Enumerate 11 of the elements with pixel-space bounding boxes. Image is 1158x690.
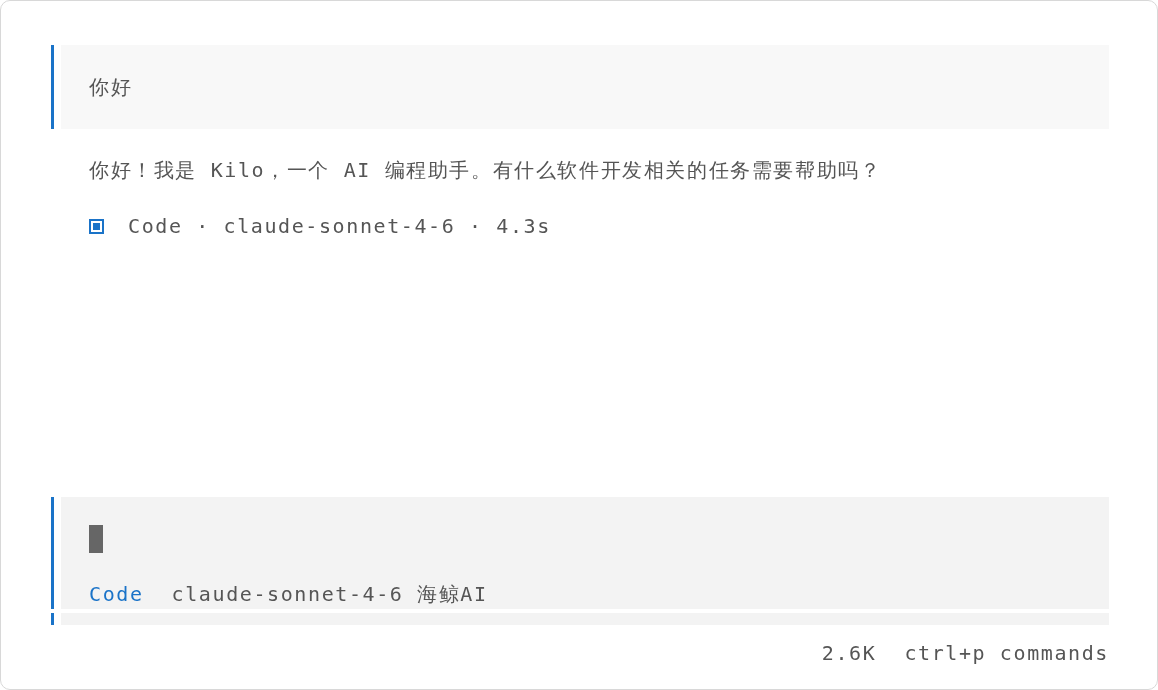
reply-meta: Code · claude-sonnet-4-6 · 4.3s: [128, 214, 551, 238]
mode-label[interactable]: Code: [89, 582, 144, 606]
commands-hint: ctrl+p commands: [904, 641, 1109, 665]
prompt-input[interactable]: Code claude-sonnet-4-6 海鲸AI: [61, 497, 1109, 609]
square-icon: [89, 218, 104, 234]
message-text: 你好: [89, 73, 133, 101]
token-count: 2.6K: [821, 641, 877, 665]
assistant-reply: 你好！我是 Kilo，一个 AI 编程助手。有什么软件开发相关的任务需要帮助吗？: [89, 157, 883, 184]
accent-bar: [51, 613, 54, 625]
cursor-icon: [89, 525, 103, 553]
model-label[interactable]: claude-sonnet-4-6 海鲸AI: [171, 580, 488, 608]
